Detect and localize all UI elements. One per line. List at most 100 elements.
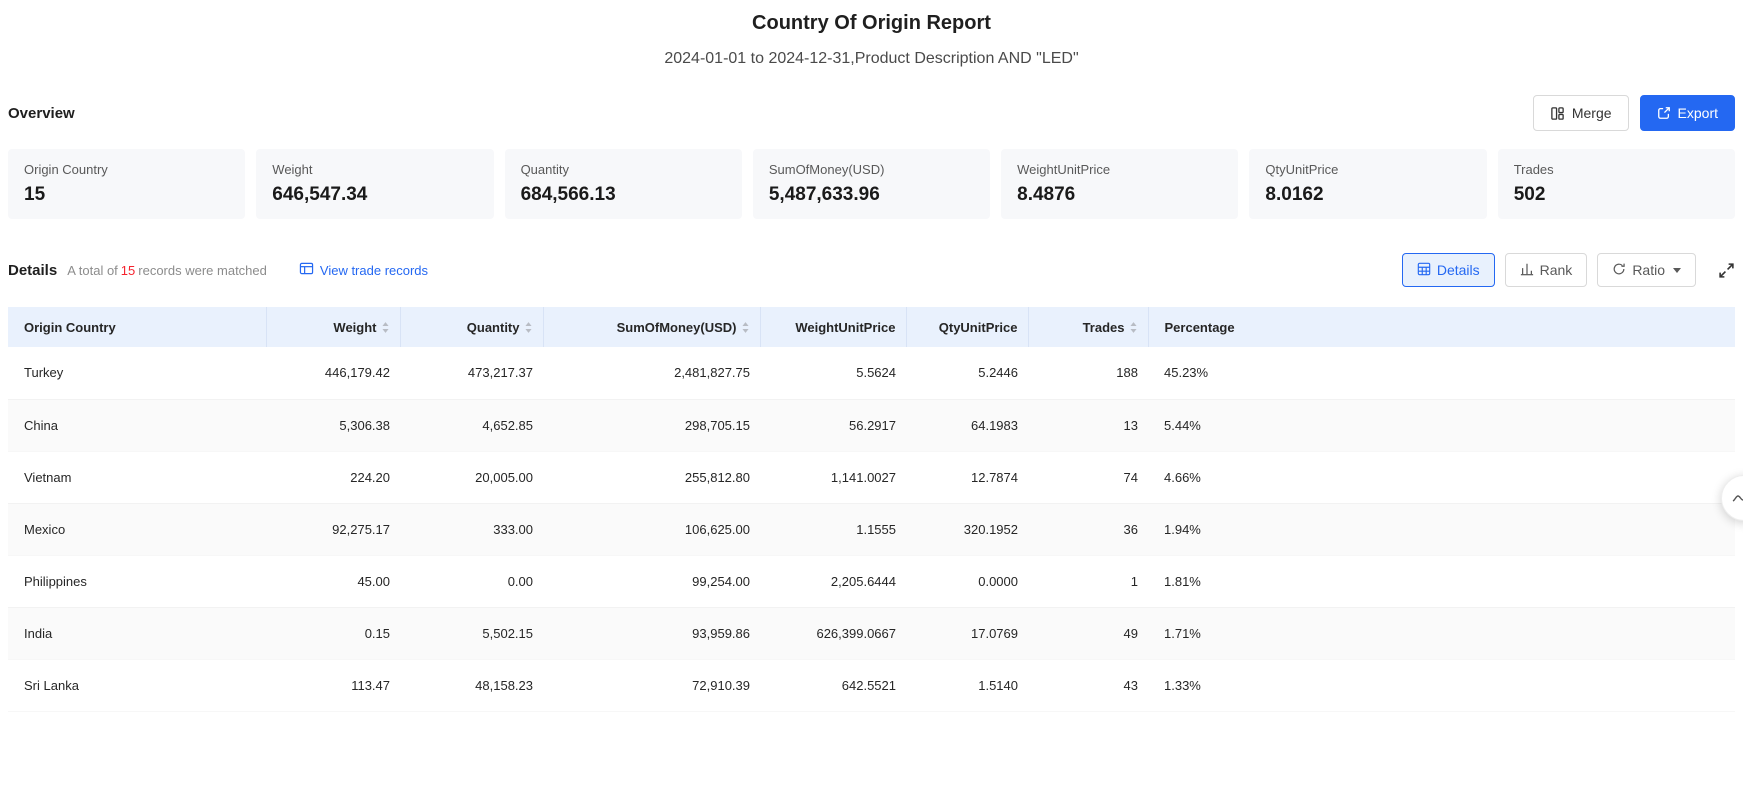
origin-country-cell: Sri Lanka — [8, 659, 266, 711]
tab-ratio[interactable]: Ratio — [1597, 253, 1696, 287]
stat-card-value: 684,566.13 — [521, 184, 726, 206]
table-cell: 1.5140 — [906, 659, 1028, 711]
merge-button[interactable]: Merge — [1533, 95, 1629, 131]
table-cell: 5.5624 — [760, 347, 906, 399]
table-cell: 0.15 — [266, 607, 400, 659]
table-row: China5,306.384,652.85298,705.1556.291764… — [8, 399, 1735, 451]
column-header[interactable]: SumOfMoney(USD) — [543, 307, 760, 347]
table-cell: 188 — [1028, 347, 1148, 399]
sort-icon — [741, 321, 750, 334]
column-header-label: Quantity — [467, 320, 520, 335]
table-cell: 1,141.0027 — [760, 451, 906, 503]
table-cell: 1.1555 — [760, 503, 906, 555]
column-header-label: Weight — [333, 320, 376, 335]
stat-card: Origin Country15 — [8, 149, 245, 219]
table-cell: 255,812.80 — [543, 451, 760, 503]
column-header-label: SumOfMoney(USD) — [617, 320, 737, 335]
column-header[interactable]: Weight — [266, 307, 400, 347]
table-cell: 12.7874 — [906, 451, 1028, 503]
stat-card-value: 15 — [24, 184, 229, 206]
report-header: Country Of Origin Report 2024-01-01 to 2… — [8, 8, 1735, 68]
origin-country-cell: Vietnam — [8, 451, 266, 503]
table-cell: 1.81% — [1148, 555, 1735, 607]
table-cell: 5,502.15 — [400, 607, 543, 659]
matched-prefix: A total of — [67, 263, 118, 278]
column-header-label: WeightUnitPrice — [795, 320, 895, 335]
table-cell: 298,705.15 — [543, 399, 760, 451]
column-header-label: QtyUnitPrice — [939, 320, 1018, 335]
export-button[interactable]: Export — [1640, 95, 1735, 131]
column-header[interactable]: Trades — [1028, 307, 1148, 347]
stat-card-label: Trades — [1514, 162, 1719, 177]
column-header-label: Trades — [1083, 320, 1125, 335]
column-header-label: Percentage — [1165, 320, 1235, 335]
details-left: Details A total of15records were matched… — [8, 262, 428, 279]
matched-count: 15 — [118, 263, 138, 278]
stat-card-value: 8.4876 — [1017, 184, 1222, 206]
table-cell: 0.00 — [400, 555, 543, 607]
sort-icon — [524, 321, 533, 334]
table-cell: 43 — [1028, 659, 1148, 711]
sort-icon — [1129, 321, 1138, 334]
table-cell: 224.20 — [266, 451, 400, 503]
table-cell: 5.44% — [1148, 399, 1735, 451]
table-cell: 1 — [1028, 555, 1148, 607]
table-cell: 5.2446 — [906, 347, 1028, 399]
overview-label: Overview — [8, 105, 75, 122]
sort-icon — [381, 321, 390, 334]
stat-card: Trades502 — [1498, 149, 1735, 219]
table-cell: 56.2917 — [760, 399, 906, 451]
table-cell: 446,179.42 — [266, 347, 400, 399]
overview-bar: Overview Merge — [8, 95, 1735, 131]
merge-button-label: Merge — [1572, 105, 1612, 121]
ratio-refresh-icon — [1612, 262, 1626, 279]
stat-card-value: 8.0162 — [1265, 184, 1470, 206]
page-title: Country Of Origin Report — [8, 12, 1735, 35]
report-subtitle: 2024-01-01 to 2024-12-31,Product Descrip… — [8, 50, 1735, 68]
table-cell: 49 — [1028, 607, 1148, 659]
table-cell: 45.00 — [266, 555, 400, 607]
table-cell: 5,306.38 — [266, 399, 400, 451]
tab-details[interactable]: Details — [1402, 253, 1495, 287]
details-table: Origin CountryWeightQuantitySumOfMoney(U… — [8, 307, 1735, 712]
origin-country-cell: Turkey — [8, 347, 266, 399]
table-body: Turkey446,179.42473,217.372,481,827.755.… — [8, 347, 1735, 711]
table-cell: 1.71% — [1148, 607, 1735, 659]
table-cell: 642.5521 — [760, 659, 906, 711]
table-row: India0.155,502.1593,959.86626,399.066717… — [8, 607, 1735, 659]
table-row: Mexico92,275.17333.00106,625.001.1555320… — [8, 503, 1735, 555]
tab-rank[interactable]: Rank — [1505, 253, 1588, 287]
merge-icon — [1550, 106, 1565, 121]
table-cell: 320.1952 — [906, 503, 1028, 555]
view-trade-records-link[interactable]: View trade records — [299, 262, 428, 279]
origin-country-cell: China — [8, 399, 266, 451]
origin-country-cell: India — [8, 607, 266, 659]
trade-records-icon — [299, 262, 314, 279]
hand-chart-icon — [1730, 488, 1743, 509]
view-trade-records-label: View trade records — [320, 263, 428, 278]
table-cell: 106,625.00 — [543, 503, 760, 555]
table-cell: 4.66% — [1148, 451, 1735, 503]
table-cell: 93,959.86 — [543, 607, 760, 659]
stat-card: WeightUnitPrice8.4876 — [1001, 149, 1238, 219]
table-row: Vietnam224.2020,005.00255,812.801,141.00… — [8, 451, 1735, 503]
tab-ratio-label: Ratio — [1632, 262, 1665, 278]
table-cell: 48,158.23 — [400, 659, 543, 711]
rank-icon — [1520, 262, 1534, 279]
table-cell: 4,652.85 — [400, 399, 543, 451]
table-cell: 113.47 — [266, 659, 400, 711]
fullscreen-icon[interactable] — [1718, 262, 1735, 279]
overview-cards: Origin Country15Weight646,547.34Quantity… — [8, 149, 1735, 219]
tab-details-label: Details — [1437, 262, 1480, 278]
stat-card-value: 5,487,633.96 — [769, 184, 974, 206]
column-header[interactable]: Quantity — [400, 307, 543, 347]
table-header-row: Origin CountryWeightQuantitySumOfMoney(U… — [8, 307, 1735, 347]
column-header: WeightUnitPrice — [760, 307, 906, 347]
table-row: Sri Lanka113.4748,158.2372,910.39642.552… — [8, 659, 1735, 711]
table-cell: 92,275.17 — [266, 503, 400, 555]
table-cell: 473,217.37 — [400, 347, 543, 399]
tab-rank-label: Rank — [1540, 262, 1573, 278]
table-cell: 1.33% — [1148, 659, 1735, 711]
column-header: Percentage — [1148, 307, 1735, 347]
overview-actions: Merge Export — [1533, 95, 1735, 131]
